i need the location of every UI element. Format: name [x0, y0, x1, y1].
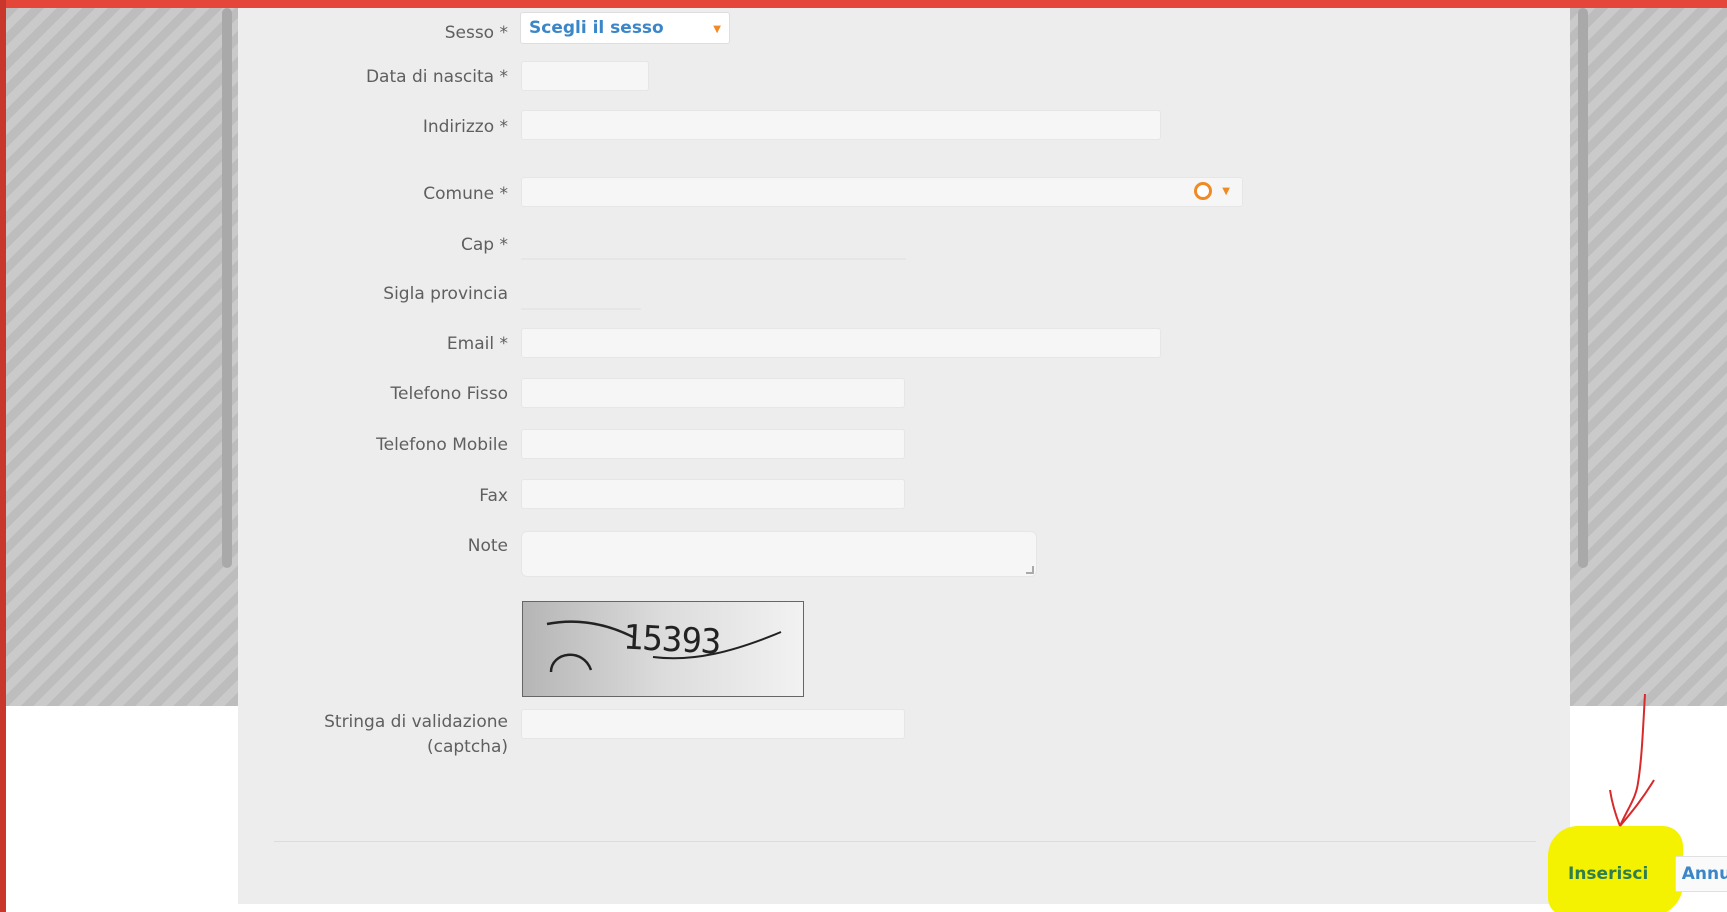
background-stripes-left — [6, 8, 238, 706]
dialog-shadow-left — [222, 8, 232, 568]
registration-form-panel: Sesso * Scegli il sesso ▼ Data di nascit… — [238, 8, 1727, 912]
cap-label: Cap * — [461, 235, 508, 255]
data-nascita-field[interactable] — [521, 61, 649, 91]
window-left-border — [0, 0, 6, 912]
insert-button[interactable]: Inserisci — [1568, 859, 1648, 889]
email-label: Email * — [446, 334, 508, 354]
sesso-label: Sesso * — [444, 23, 508, 43]
captcha-image: 15393 — [522, 601, 804, 697]
background-stripes-right — [1570, 8, 1727, 706]
data-nascita-label: Data di nascita * — [365, 67, 508, 87]
telefono-fisso-field[interactable] — [521, 378, 905, 408]
sesso-selected-value: Scegli il sesso — [529, 18, 664, 38]
telefono-fisso-label: Telefono Fisso — [390, 384, 508, 404]
clear-icon[interactable] — [1194, 182, 1213, 200]
fax-label: Fax — [479, 486, 508, 506]
chevron-down-icon[interactable]: ▼ — [1222, 186, 1230, 197]
email-field[interactable] — [521, 328, 1161, 358]
comune-combobox[interactable]: ▼ — [521, 177, 1243, 207]
sigla-provincia-label: Sigla provincia — [383, 284, 508, 304]
captcha-label-line1: Stringa di validazione — [324, 712, 508, 732]
captcha-text: 15393 — [622, 617, 722, 663]
note-textarea[interactable] — [521, 531, 1037, 577]
captcha-label: Stringa di validazione (captcha) — [324, 710, 508, 760]
telefono-mobile-field[interactable] — [521, 429, 905, 459]
chevron-down-icon: ▼ — [713, 24, 721, 35]
comune-label: Comune * — [423, 184, 508, 204]
footer-divider — [274, 841, 1536, 842]
indirizzo-label: Indirizzo * — [422, 117, 508, 137]
red-arrow-annotation — [1609, 693, 1655, 827]
telefono-mobile-label: Telefono Mobile — [376, 435, 508, 455]
cancel-button[interactable]: Annulla — [1675, 856, 1727, 892]
sigla-provincia-value — [521, 308, 641, 310]
captcha-field[interactable] — [521, 709, 905, 739]
dialog-shadow-right — [1578, 8, 1588, 568]
window-top-border — [0, 0, 1727, 8]
fax-field[interactable] — [521, 479, 905, 509]
note-label: Note — [467, 536, 508, 556]
sesso-select[interactable]: Scegli il sesso ▼ — [520, 12, 730, 44]
resize-grip-icon[interactable] — [1026, 566, 1034, 574]
cap-value — [521, 258, 906, 260]
indirizzo-field[interactable] — [521, 110, 1161, 140]
captcha-label-line2: (captcha) — [426, 737, 508, 757]
